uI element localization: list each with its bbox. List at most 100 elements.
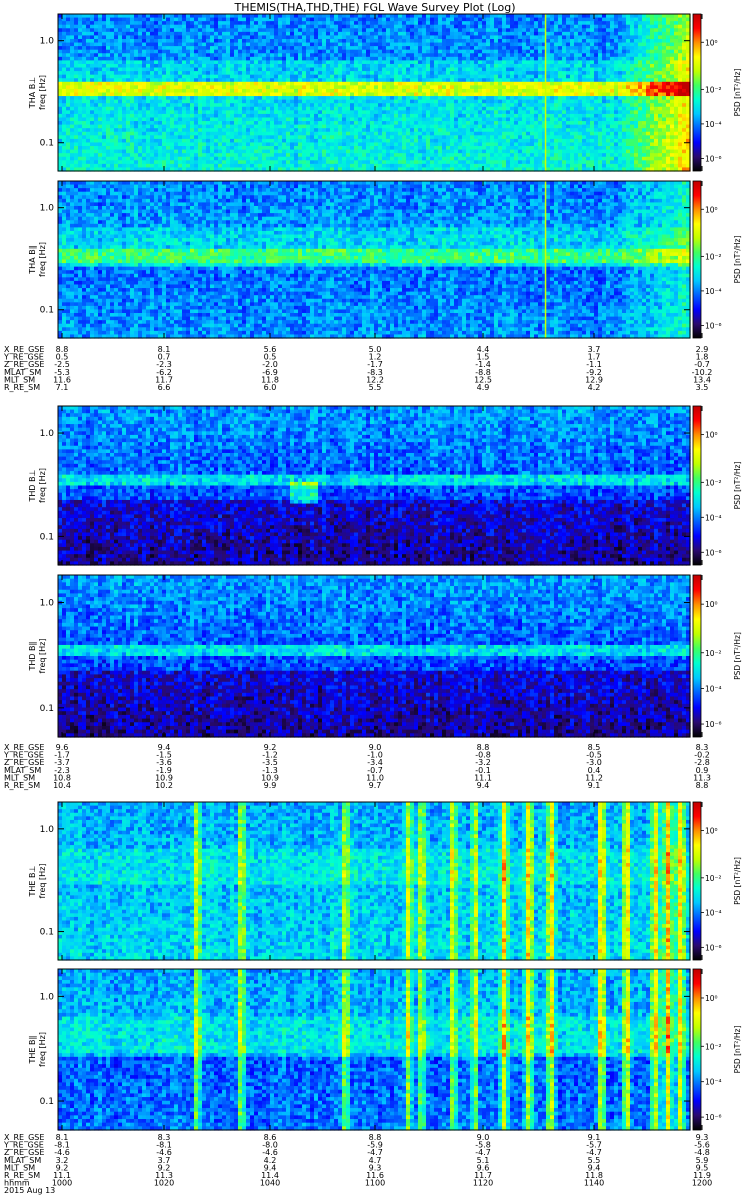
- spectrogram-cell: [110, 93, 115, 97]
- spectrogram-cell: [70, 142, 75, 146]
- spectrogram-cell: [126, 25, 131, 29]
- spectrogram-cell: [86, 60, 91, 64]
- spectrogram-cell: [70, 157, 75, 161]
- spectrogram-cell: [98, 21, 103, 25]
- spectrogram-cell: [66, 75, 71, 79]
- spectrogram-cell: [90, 25, 95, 29]
- spectrogram-cell: [118, 150, 123, 154]
- spectrogram-cell: [82, 153, 87, 157]
- spectrogram-cell: [70, 35, 75, 39]
- spectrogram-cell: [94, 68, 99, 72]
- spectrogram-cell: [118, 135, 123, 139]
- spectrogram-cell: [66, 100, 71, 104]
- spectrogram-cell: [94, 85, 99, 89]
- spectrogram-cell: [90, 93, 95, 97]
- spectrogram-cell: [62, 14, 67, 18]
- spectrogram-cell: [98, 100, 103, 104]
- spectrogram-cell: [78, 82, 83, 86]
- spectrogram-cell: [98, 157, 103, 161]
- spectrogram-cell: [90, 39, 95, 43]
- spectrogram-cell: [126, 128, 131, 132]
- spectrogram-cell: [110, 96, 115, 100]
- spectrogram-cell: [110, 25, 115, 29]
- spectrogram-cell: [126, 100, 131, 104]
- spectrogram-cell: [126, 46, 131, 50]
- spectrogram-cell: [78, 164, 83, 168]
- spectrogram-cell: [122, 121, 127, 125]
- spectrogram-cell: [106, 53, 111, 57]
- spectrogram-cell: [58, 150, 63, 154]
- spectrogram-cell: [82, 50, 87, 54]
- spectrogram-cell: [82, 21, 87, 25]
- spectrogram-cell: [82, 93, 87, 97]
- spectrogram-cell: [102, 71, 107, 75]
- spectrogram-cell: [114, 121, 119, 125]
- spectrogram-cell: [62, 53, 67, 57]
- spectrogram-cell: [86, 146, 91, 150]
- spectrogram-cell: [94, 75, 99, 79]
- spectrogram-cell: [62, 96, 67, 100]
- spectrogram-cell: [126, 157, 131, 161]
- spectrogram-cell: [70, 128, 75, 132]
- spectrogram-cell: [86, 14, 91, 18]
- spectrogram-cell: [126, 57, 131, 61]
- spectrogram-cell: [98, 85, 103, 89]
- spectrogram-cell: [66, 14, 71, 18]
- spectrogram-cell: [74, 114, 79, 118]
- spectrogram-cell: [94, 14, 99, 18]
- spectrogram-cell: [66, 39, 71, 43]
- spectrogram-cell: [122, 132, 127, 136]
- spectrogram-cell: [106, 96, 111, 100]
- spectrogram-cell: [126, 85, 131, 89]
- spectrogram-cell: [126, 160, 131, 164]
- spectrogram-cell: [118, 68, 123, 72]
- spectrogram-cell: [90, 21, 95, 25]
- spectrogram-cell: [66, 18, 71, 22]
- spectrogram-cell: [86, 96, 91, 100]
- spectrogram-cell: [94, 114, 99, 118]
- spectrogram-cell: [78, 121, 83, 125]
- spectrogram-cell: [126, 146, 131, 150]
- spectrogram-cell: [106, 68, 111, 72]
- spectrogram-cell: [62, 89, 67, 93]
- spectrogram-cell: [126, 96, 131, 100]
- spectrogram-cell: [86, 107, 91, 111]
- spectrogram-cell: [126, 89, 131, 93]
- spectrogram-cell: [74, 18, 79, 22]
- spectrogram-cell: [106, 78, 111, 82]
- spectrogram-cell: [82, 14, 87, 18]
- spectrogram-cell: [90, 139, 95, 143]
- spectrogram-cell: [74, 39, 79, 43]
- spectrogram-cell: [90, 121, 95, 125]
- spectrogram-cell: [114, 89, 119, 93]
- spectrogram-cell: [70, 43, 75, 47]
- spectrogram-cell: [62, 25, 67, 29]
- spectrogram-cell: [78, 60, 83, 64]
- spectrogram-cell: [106, 25, 111, 29]
- spectrogram-cell: [110, 89, 115, 93]
- spectrogram-cell: [102, 14, 107, 18]
- spectrogram-cell: [98, 82, 103, 86]
- spectrogram-cell: [122, 75, 127, 79]
- spectrogram-cell: [114, 85, 119, 89]
- spectrogram-cell: [78, 100, 83, 104]
- spectrogram-cell: [82, 114, 87, 118]
- spectrogram-cell: [98, 110, 103, 114]
- spectrogram-cell: [58, 68, 63, 72]
- spectrogram-cell: [62, 160, 67, 164]
- spectrogram-cell: [90, 100, 95, 104]
- spectrogram-cell: [110, 71, 115, 75]
- spectrogram-cell: [102, 25, 107, 29]
- spectrogram-cell: [70, 64, 75, 68]
- spectrogram-cell: [82, 35, 87, 39]
- spectrogram-cell: [102, 93, 107, 97]
- spectrogram-cell: [58, 60, 63, 64]
- spectrogram-cell: [62, 85, 67, 89]
- spectrogram-cell: [114, 128, 119, 132]
- spectrogram-cell: [106, 46, 111, 50]
- spectrogram-cell: [118, 46, 123, 50]
- spectrogram-cell: [62, 78, 67, 82]
- spectrogram-cell: [94, 103, 99, 107]
- spectrogram-cell: [114, 21, 119, 25]
- spectrogram-cell: [122, 164, 127, 168]
